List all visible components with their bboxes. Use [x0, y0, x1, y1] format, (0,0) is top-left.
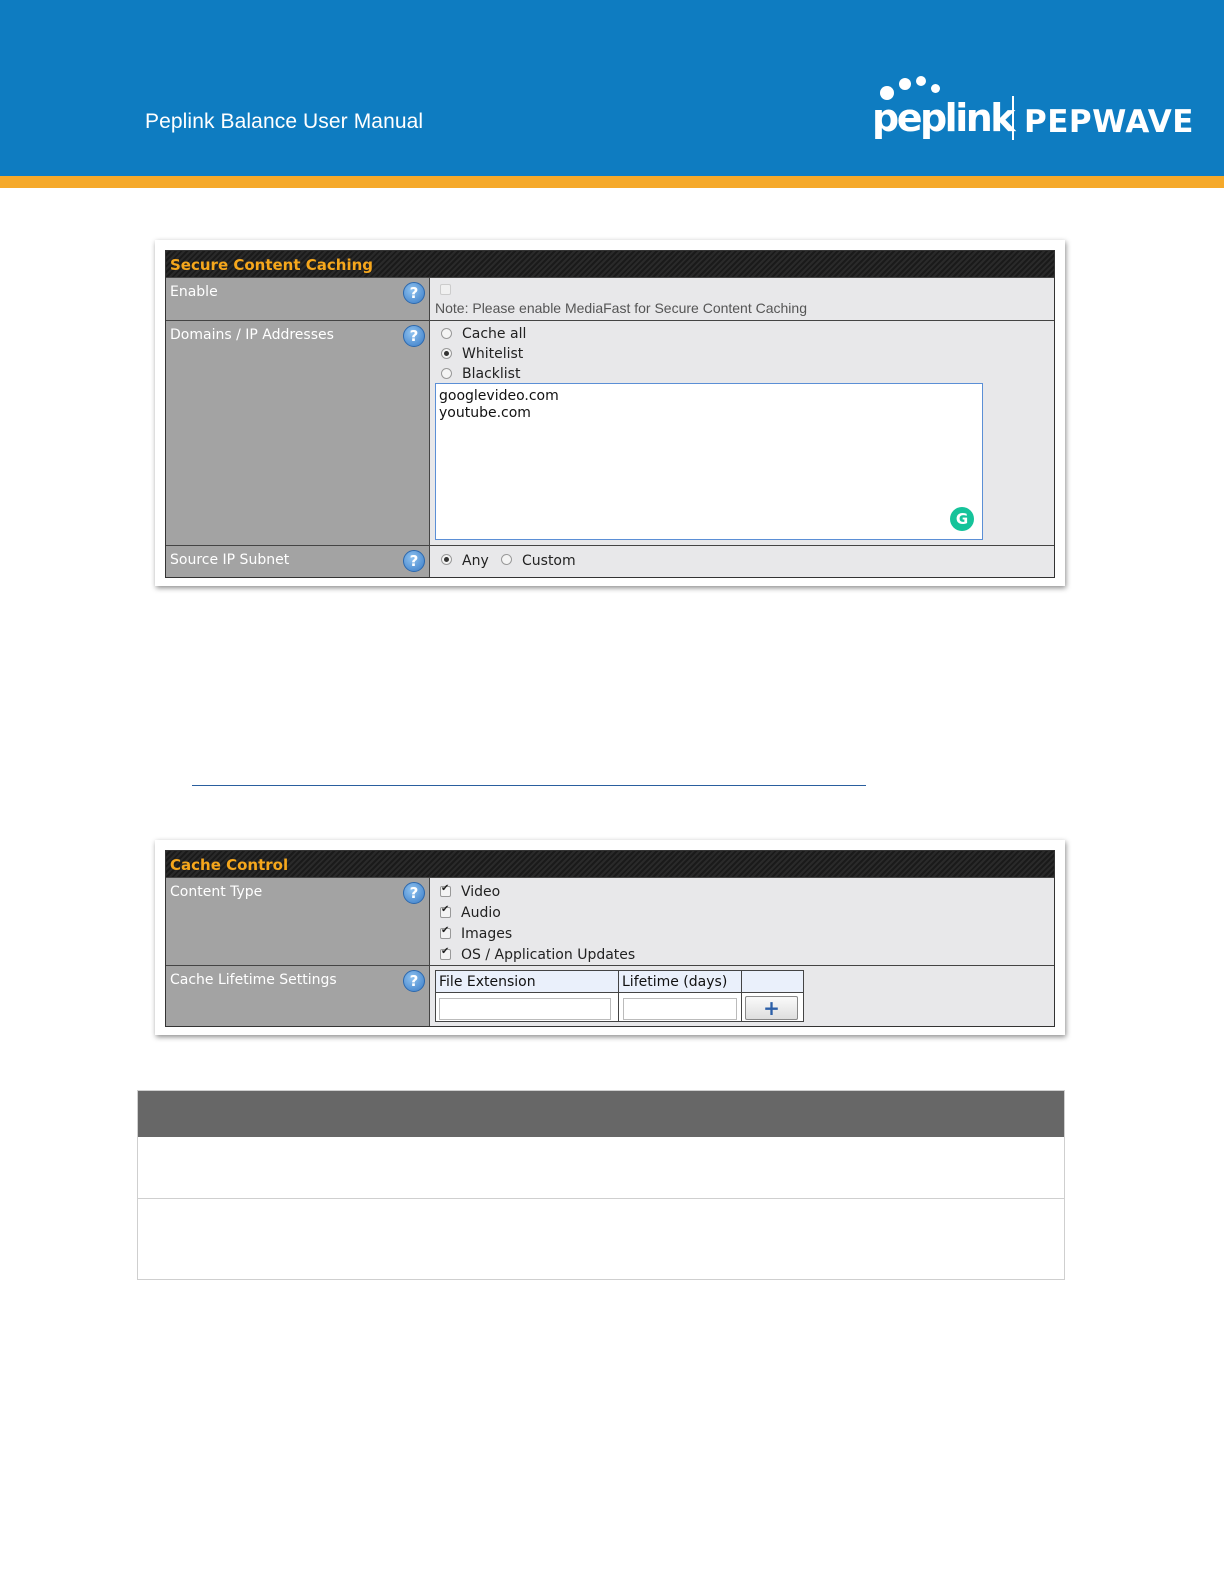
enable-value: Note: Please enable MediaFast for Secure…: [431, 278, 1054, 321]
enable-row: Enable ? Note: Please enable MediaFast f…: [166, 277, 1054, 321]
logo-separator: [1012, 96, 1014, 140]
any-label: Any: [462, 553, 489, 569]
updates-checkbox[interactable]: [440, 946, 451, 960]
domains-label-text: Domains / IP Addresses: [170, 327, 334, 343]
col-divider: [741, 993, 742, 1021]
source-ip-row: Source IP Subnet ? Any Custom: [166, 545, 1054, 577]
domains-label: Domains / IP Addresses ?: [166, 321, 430, 546]
secure-caching-title: Secure Content Caching: [166, 251, 1054, 277]
video-checkbox[interactable]: [440, 883, 451, 897]
lifetime-value: File Extension Lifetime (days) +: [431, 966, 1054, 1026]
domains-row: Domains / IP Addresses ? Cache all White…: [166, 320, 1054, 546]
blacklist-label: Blacklist: [462, 366, 521, 382]
content-type-label: Content Type ?: [166, 878, 430, 966]
manual-title: Peplink Balance User Manual: [145, 110, 424, 133]
help-icon[interactable]: ?: [403, 550, 425, 572]
whitelist-label: Whitelist: [462, 346, 524, 362]
header-stripe: [0, 176, 1224, 188]
description-table-header: [138, 1091, 1064, 1137]
cache-control-panel: Cache Control Content Type ? Video Audio…: [155, 840, 1065, 1035]
custom-label: Custom: [522, 553, 576, 569]
content-type-label-text: Content Type: [170, 884, 263, 900]
add-button[interactable]: +: [745, 996, 798, 1020]
file-extension-input[interactable]: [439, 998, 611, 1020]
help-icon[interactable]: ?: [403, 282, 425, 304]
col-divider: [618, 993, 619, 1021]
audio-label: Audio: [461, 905, 501, 921]
domain-line: youtube.com: [439, 405, 531, 421]
logo-peplink: peplink: [872, 96, 1016, 140]
brand-logo: peplink PEPWAVE: [872, 74, 1193, 148]
video-label: Video: [461, 884, 501, 900]
cache-all-label: Cache all: [462, 326, 527, 342]
source-ip-value: Any Custom: [431, 546, 1054, 577]
lifetime-days-header: Lifetime (days): [619, 971, 742, 993]
lifetime-label-text: Cache Lifetime Settings: [170, 972, 337, 988]
content-type-value: Video Audio Images OS / Application Upda…: [431, 878, 1054, 966]
enable-label-text: Enable: [170, 284, 218, 300]
logo-pepwave: PEPWAVE: [1024, 104, 1194, 140]
enable-label: Enable ?: [166, 278, 430, 321]
enable-checkbox[interactable]: [440, 284, 451, 295]
blacklist-radio[interactable]: [441, 368, 452, 379]
description-table-row: [138, 1137, 1064, 1199]
file-extension-header: File Extension: [436, 971, 619, 993]
secure-caching-table: Secure Content Caching Enable ? Note: Pl…: [165, 250, 1055, 578]
cache-control-table: Cache Control Content Type ? Video Audio…: [165, 850, 1055, 1027]
custom-radio[interactable]: [501, 554, 512, 565]
lifetime-label: Cache Lifetime Settings ?: [166, 966, 430, 1026]
domain-line: googlevideo.com: [439, 388, 559, 404]
images-checkbox[interactable]: [440, 925, 451, 939]
updates-label: OS / Application Updates: [461, 947, 636, 963]
lifetime-row: Cache Lifetime Settings ? File Extension…: [166, 965, 1054, 1026]
domains-value: Cache all Whitelist Blacklist googlevide…: [431, 321, 1054, 546]
cache-control-title: Cache Control: [166, 851, 1054, 877]
source-ip-label: Source IP Subnet ?: [166, 546, 430, 577]
cache-all-radio[interactable]: [441, 328, 452, 339]
whitelist-radio[interactable]: [441, 348, 452, 359]
lifetime-days-input[interactable]: [623, 998, 737, 1020]
content-type-row: Content Type ? Video Audio Images OS / A…: [166, 877, 1054, 966]
lifetime-table: File Extension Lifetime (days) +: [435, 970, 804, 1022]
description-table: [137, 1090, 1065, 1280]
enable-note: Note: Please enable MediaFast for Secure…: [435, 300, 807, 316]
any-radio[interactable]: [441, 554, 452, 565]
help-icon[interactable]: ?: [403, 882, 425, 904]
source-ip-label-text: Source IP Subnet: [170, 552, 290, 568]
images-label: Images: [461, 926, 513, 942]
domains-textarea[interactable]: googlevideo.com youtube.com G: [435, 383, 983, 540]
action-header: [742, 971, 803, 993]
secure-caching-panel: Secure Content Caching Enable ? Note: Pl…: [155, 240, 1065, 586]
help-icon[interactable]: ?: [403, 325, 425, 347]
grammarly-icon[interactable]: G: [950, 507, 974, 531]
help-icon[interactable]: ?: [403, 970, 425, 992]
hyperlink-underline[interactable]: [192, 785, 866, 786]
audio-checkbox[interactable]: [440, 904, 451, 918]
